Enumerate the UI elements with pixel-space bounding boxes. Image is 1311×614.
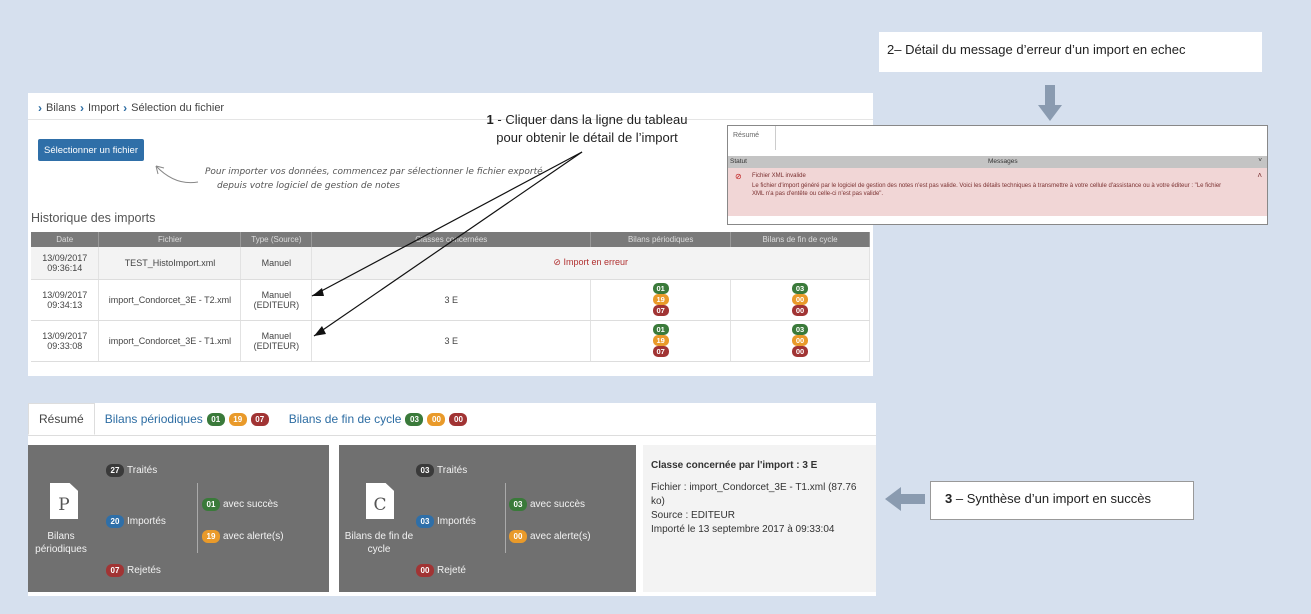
stat-succes: 03 avec succès — [509, 498, 585, 511]
stat-importes: 03 Importés — [416, 515, 476, 528]
badge-warning: 00 — [427, 412, 446, 426]
chevron-right-icon: › — [38, 101, 42, 115]
stat-alertes: 00 avec alerte(s) — [509, 530, 591, 543]
breadcrumb-selection: Sélection du fichier — [131, 102, 225, 114]
annotation-1-line2: pour obtenir le détail de l’import — [496, 130, 678, 145]
annotation-3: 3 – Synthèse d’un import en succès — [930, 481, 1194, 520]
col-statut: Statut — [730, 158, 747, 165]
annotation-1-line1: 1 - Cliquer dans la ligne du tableau — [486, 112, 688, 127]
breadcrumb-bilans[interactable]: Bilans — [46, 102, 76, 114]
cell-bp: 01 19 07 — [590, 279, 732, 321]
error-icon: ⊘ — [735, 172, 742, 181]
breadcrumb: › Bilans › Import › Sélection du fichier — [38, 101, 224, 115]
summary-fichier: Fichier : import_Condorcet_3E - T1.xml (… — [651, 482, 857, 507]
badge-rejected: 00 — [449, 412, 468, 426]
tab-bilans-periodiques[interactable]: Bilans périodiques 01 19 07 — [95, 403, 279, 435]
summary-importe: Importé le 13 septembre 2017 à 09:33:04 — [651, 524, 835, 535]
badge-success: 03 — [792, 283, 809, 294]
summary-classe: Classe concernée par l'import : 3 E — [651, 460, 818, 471]
error-message-row[interactable]: ⊘ Fichier XML invalide ˄ Le fichier d'im… — [728, 168, 1267, 216]
badge-warning: 19 — [652, 335, 669, 346]
cell-bfc: 03 00 00 — [730, 279, 870, 321]
badge-rejected: 00 — [792, 305, 809, 316]
badge-rejected: 07 — [652, 346, 669, 357]
chevron-up-icon[interactable]: ˄ — [1257, 171, 1262, 180]
badge-rejected: 07 — [652, 305, 669, 316]
badge-rejected: 00 — [792, 346, 809, 357]
stat-traites: 27 Traités — [106, 464, 157, 477]
error-title: Fichier XML invalide — [752, 173, 806, 179]
card-bilans-fin-cycle: C Bilans de fin de cycle 03 Traités 03 Impo… — [339, 445, 636, 592]
chevron-right-icon: › — [79, 101, 84, 115]
stat-rejete: 00 Rejeté — [416, 564, 466, 577]
stat-rejetes: 07 Rejetés — [106, 564, 161, 577]
arrow-left-icon — [885, 487, 925, 511]
pointer-arrows — [311, 151, 583, 337]
divider — [197, 483, 198, 553]
cell-file: import_Condorcet_3E - T1.xml — [98, 320, 242, 362]
error-body: Le fichier d'import généré par le logici… — [752, 183, 1222, 197]
divider — [505, 483, 506, 553]
detail-table-header: Statut Messages ˅ — [728, 156, 1267, 168]
tab-resume[interactable]: Résumé — [28, 403, 95, 435]
document-c-icon: C — [366, 483, 394, 519]
error-detail-panel: Résumé Statut Messages ˅ ⊘ Fichier XML i… — [727, 125, 1268, 225]
col-messages: Messages — [988, 158, 1018, 165]
annotation-1: 1 - Cliquer dans la ligne du tableau pou… — [462, 111, 712, 147]
badge-success: 03 — [405, 412, 424, 426]
cell-file: TEST_HistoImport.xml — [98, 247, 242, 280]
badge-warning: 19 — [652, 294, 669, 305]
badge-success: 01 — [206, 412, 225, 426]
badge-success: 03 — [792, 324, 809, 335]
chevron-down-icon[interactable]: ˅ — [1258, 157, 1262, 164]
history-title: Historique des imports — [31, 211, 156, 225]
col-bp[interactable]: Bilans périodiques — [590, 232, 732, 247]
document-p-icon: P — [50, 483, 78, 519]
annotation-2: 2– Détail du message d’erreur d’un impor… — [879, 32, 1262, 72]
tab-bilans-fin-cycle[interactable]: Bilans de fin de cycle 03 00 00 — [279, 403, 478, 435]
col-bfc[interactable]: Bilans de fin de cycle — [730, 232, 870, 247]
card-bilans-periodiques: P Bilans périodiques 27 Traités 20 Importés… — [28, 445, 329, 592]
cell-bfc: 03 00 00 — [730, 320, 870, 362]
badge-rejected: 07 — [250, 412, 269, 426]
select-file-button[interactable]: Sélectionner un fichier — [38, 139, 144, 161]
import-summary: Classe concernée par l'import : 3 E Fich… — [643, 445, 876, 592]
col-file[interactable]: Fichier — [98, 232, 242, 247]
badge-success: 01 — [652, 283, 669, 294]
summary-tabs: Résumé Bilans périodiques 01 19 07 Bilan… — [28, 403, 876, 436]
card-label: Bilans de fin de cycle — [344, 531, 414, 555]
stat-succes: 01 avec succès — [202, 498, 278, 511]
stat-traites: 03 Traités — [416, 464, 467, 477]
tab-resume-detail[interactable]: Résumé — [728, 126, 776, 150]
annotation-3-text: – Synthèse d’un import en succès — [952, 491, 1151, 506]
badge-warning: 00 — [792, 294, 809, 305]
curved-arrow-icon — [155, 165, 199, 184]
badge-warning: 00 — [792, 335, 809, 346]
col-date[interactable]: Date — [31, 232, 100, 247]
breadcrumb-divider — [28, 119, 873, 120]
cell-date: 13/09/2017 09:34:13 — [31, 279, 100, 321]
cell-date: 13/09/2017 09:36:14 — [31, 247, 100, 280]
summary-source: Source : EDITEUR — [651, 510, 735, 521]
card-label: Bilans périodiques — [35, 531, 87, 555]
badge-success: 01 — [652, 324, 669, 335]
breadcrumb-import[interactable]: Import — [88, 102, 119, 114]
chevron-right-icon: › — [123, 101, 128, 115]
arrow-down-icon — [1038, 85, 1062, 121]
badge-warning: 19 — [228, 412, 247, 426]
cell-file: import_Condorcet_3E - T2.xml — [98, 279, 242, 321]
annotation-2-text: 2– Détail du message d’erreur d’un impor… — [887, 42, 1186, 57]
cell-bp: 01 19 07 — [590, 320, 732, 362]
stat-importes: 20 Importés — [106, 515, 166, 528]
cell-date: 13/09/2017 09:33:08 — [31, 320, 100, 362]
stat-alertes: 19 avec alerte(s) — [202, 530, 284, 543]
